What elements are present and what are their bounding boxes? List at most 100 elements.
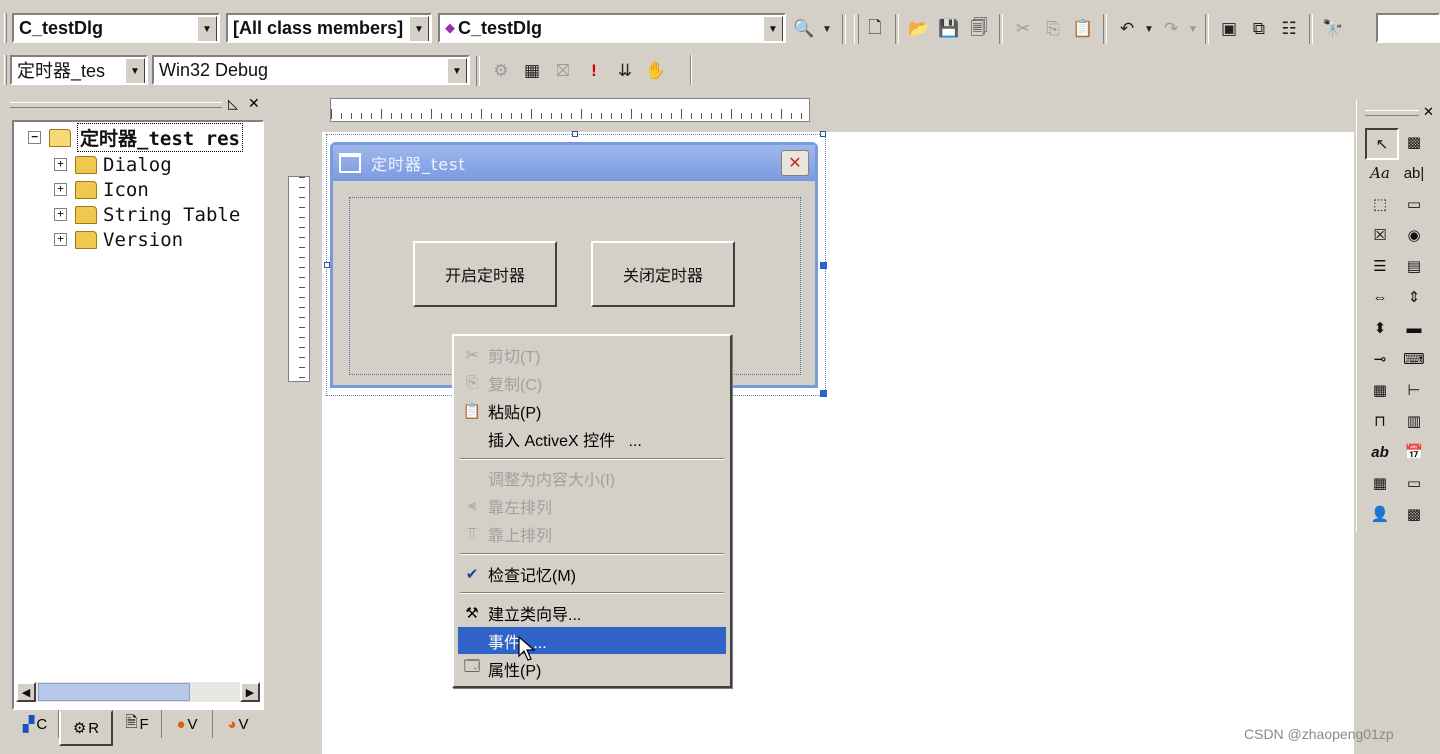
expand-icon[interactable]: + bbox=[54, 208, 67, 221]
list-control-icon[interactable]: ▦ bbox=[1365, 376, 1395, 404]
dock-icon[interactable]: ◺ bbox=[228, 96, 238, 112]
menu-item-properties[interactable]: 🗔 属性(P) bbox=[458, 655, 726, 682]
copy-icon[interactable]: ⎘ bbox=[1039, 15, 1067, 43]
animate-icon[interactable]: ▥ bbox=[1399, 407, 1429, 435]
toolbar-grip[interactable] bbox=[4, 13, 7, 43]
compile-icon[interactable]: ⚙ bbox=[487, 57, 515, 85]
new-text-file-icon[interactable]: 🗋 bbox=[861, 15, 889, 43]
go-icon[interactable]: ⇊ bbox=[611, 57, 639, 85]
config-combo[interactable]: Win32 Debug ▼ bbox=[152, 55, 470, 85]
scroll-left-button[interactable]: ◀ bbox=[16, 682, 36, 702]
chevron-down-icon[interactable]: ▼ bbox=[1143, 15, 1155, 43]
expand-icon[interactable]: + bbox=[54, 183, 67, 196]
chevron-down-icon[interactable]: ▼ bbox=[1187, 15, 1199, 43]
scroll-right-button[interactable]: ▶ bbox=[240, 682, 260, 702]
horizontal-scrollbar-icon[interactable]: ⇔ bbox=[1365, 283, 1395, 311]
chevron-down-icon[interactable]: ▼ bbox=[763, 16, 783, 41]
redo-icon[interactable]: ↷ bbox=[1157, 15, 1185, 43]
expand-icon[interactable]: + bbox=[54, 158, 67, 171]
slider-icon[interactable]: ⊸ bbox=[1365, 345, 1395, 373]
workspace-icon[interactable]: ▣ bbox=[1215, 15, 1243, 43]
menu-item-check-mnemonics[interactable]: ✔ 检查记忆(M) bbox=[458, 560, 726, 587]
chevron-down-icon[interactable]: ▼ bbox=[125, 58, 145, 83]
menu-item-copy[interactable]: ⎘ 复制(C) bbox=[458, 369, 726, 396]
ip-address-icon[interactable]: ▭ bbox=[1399, 469, 1429, 497]
chevron-down-icon[interactable]: ▼ bbox=[197, 16, 217, 41]
tab-view-1[interactable]: ● V bbox=[162, 710, 213, 738]
collapse-icon[interactable]: − bbox=[28, 131, 41, 144]
close-button[interactable]: ✕ bbox=[781, 150, 809, 176]
window-list-icon[interactable]: ☷ bbox=[1275, 15, 1303, 43]
month-calendar-icon[interactable]: ▦ bbox=[1365, 469, 1395, 497]
menu-item-class-wizard[interactable]: ⚒ 建立类向导... bbox=[458, 599, 726, 626]
start-timer-button[interactable]: 开启定时器 bbox=[413, 241, 557, 307]
wizard-bar-actions-icon[interactable]: 🔍 bbox=[790, 15, 818, 43]
combo-box-icon[interactable]: ☰ bbox=[1365, 252, 1395, 280]
close-icon[interactable]: ✕ bbox=[1423, 104, 1434, 120]
output-icon[interactable]: ⧉ bbox=[1245, 15, 1273, 43]
stop-timer-button[interactable]: 关闭定时器 bbox=[591, 241, 735, 307]
undo-icon[interactable]: ↶ bbox=[1113, 15, 1141, 43]
tab-control-icon[interactable]: ⊓ bbox=[1365, 407, 1395, 435]
expand-icon[interactable]: + bbox=[54, 233, 67, 246]
close-icon[interactable]: ✕ bbox=[248, 95, 260, 112]
menu-item-paste[interactable]: 📋 粘贴(P) bbox=[458, 397, 726, 424]
filter-combo[interactable]: [All class members] ▼ bbox=[226, 13, 432, 43]
resize-handle[interactable] bbox=[572, 131, 578, 137]
toolbar-grip[interactable] bbox=[4, 55, 7, 85]
tree-control-icon[interactable]: ⊢ bbox=[1399, 376, 1429, 404]
menu-item-align-top[interactable]: ⫪ 靠上排列 bbox=[458, 520, 726, 547]
resize-handle[interactable] bbox=[820, 390, 827, 397]
scroll-thumb[interactable] bbox=[38, 683, 190, 701]
picture-icon[interactable]: ▩ bbox=[1399, 128, 1429, 156]
tab-resourceview[interactable]: ⚙ R bbox=[59, 710, 113, 746]
dialog-title-bar[interactable]: 定时器_test ✕ bbox=[333, 145, 815, 181]
toolbar-grip[interactable] bbox=[854, 14, 859, 44]
edit-box-icon[interactable]: ab| bbox=[1399, 159, 1429, 187]
class-combo[interactable]: C_testDlg ▼ bbox=[12, 13, 220, 43]
member-combo[interactable]: ◆ C_testDlg ▼ bbox=[438, 13, 786, 43]
open-icon[interactable]: 📂 bbox=[905, 15, 933, 43]
chevron-down-icon[interactable]: ▼ bbox=[447, 58, 467, 83]
save-icon[interactable]: 💾 bbox=[935, 15, 963, 43]
vertical-scrollbar-icon[interactable]: ⇕ bbox=[1399, 283, 1429, 311]
button-icon[interactable]: ▭ bbox=[1399, 190, 1429, 218]
menu-item-align-left[interactable]: ⫷ 靠左排列 bbox=[458, 492, 726, 519]
group-box-icon[interactable]: ⬚ bbox=[1365, 190, 1395, 218]
menu-item-cut[interactable]: ✂ 剪切(T) bbox=[458, 341, 726, 368]
menu-item-events[interactable]: 事件 ... bbox=[458, 627, 726, 654]
save-all-icon[interactable]: 🗐 bbox=[965, 15, 993, 43]
pointer-icon[interactable]: ↖ bbox=[1365, 128, 1399, 160]
custom-control-icon[interactable]: 👤 bbox=[1365, 500, 1395, 528]
static-text-icon[interactable]: Aa bbox=[1365, 159, 1395, 187]
menu-item-size-to-content[interactable]: 调整为内容大小(I) bbox=[458, 464, 726, 491]
radio-button-icon[interactable]: ◉ bbox=[1399, 221, 1429, 249]
cut-icon[interactable]: ✂ bbox=[1009, 15, 1037, 43]
extended-combo-icon[interactable]: ▩ bbox=[1399, 500, 1429, 528]
find-input[interactable] bbox=[1376, 13, 1440, 43]
chevron-down-icon[interactable]: ▼ bbox=[820, 15, 834, 43]
build-icon[interactable]: ▦ bbox=[518, 57, 546, 85]
date-picker-icon[interactable]: 📅 bbox=[1399, 438, 1429, 466]
resize-handle[interactable] bbox=[820, 262, 827, 269]
tree-root[interactable]: − 定时器_test res bbox=[28, 123, 243, 152]
horizontal-scrollbar[interactable]: ◀ ▶ bbox=[16, 682, 260, 702]
spin-icon[interactable]: ⬍ bbox=[1365, 314, 1395, 342]
menu-item-insert-activex[interactable]: 插入 ActiveX 控件 ... bbox=[458, 425, 726, 452]
tab-classview[interactable]: ▞ C bbox=[12, 710, 59, 738]
execute-icon[interactable]: ! bbox=[580, 57, 608, 85]
tree-item-dialog[interactable]: + Dialog bbox=[54, 152, 172, 177]
tab-view-2[interactable]: ◕ V bbox=[213, 710, 263, 738]
resize-handle[interactable] bbox=[820, 131, 826, 137]
progress-icon[interactable]: ▬ bbox=[1399, 314, 1429, 342]
list-box-icon[interactable]: ▤ bbox=[1399, 252, 1429, 280]
hotkey-icon[interactable]: ⌨ bbox=[1399, 345, 1429, 373]
project-combo[interactable]: 定时器_tes ▼ bbox=[10, 55, 148, 85]
tree-item-string-table[interactable]: + String Table bbox=[54, 202, 240, 227]
tree-item-version[interactable]: + Version bbox=[54, 227, 183, 252]
checkbox-icon[interactable]: ☒ bbox=[1365, 221, 1395, 249]
paste-icon[interactable]: 📋 bbox=[1069, 15, 1097, 43]
tree-item-icon[interactable]: + Icon bbox=[54, 177, 149, 202]
rich-edit-icon[interactable]: ab bbox=[1365, 438, 1395, 466]
breakpoint-icon[interactable]: ✋ bbox=[642, 57, 670, 85]
